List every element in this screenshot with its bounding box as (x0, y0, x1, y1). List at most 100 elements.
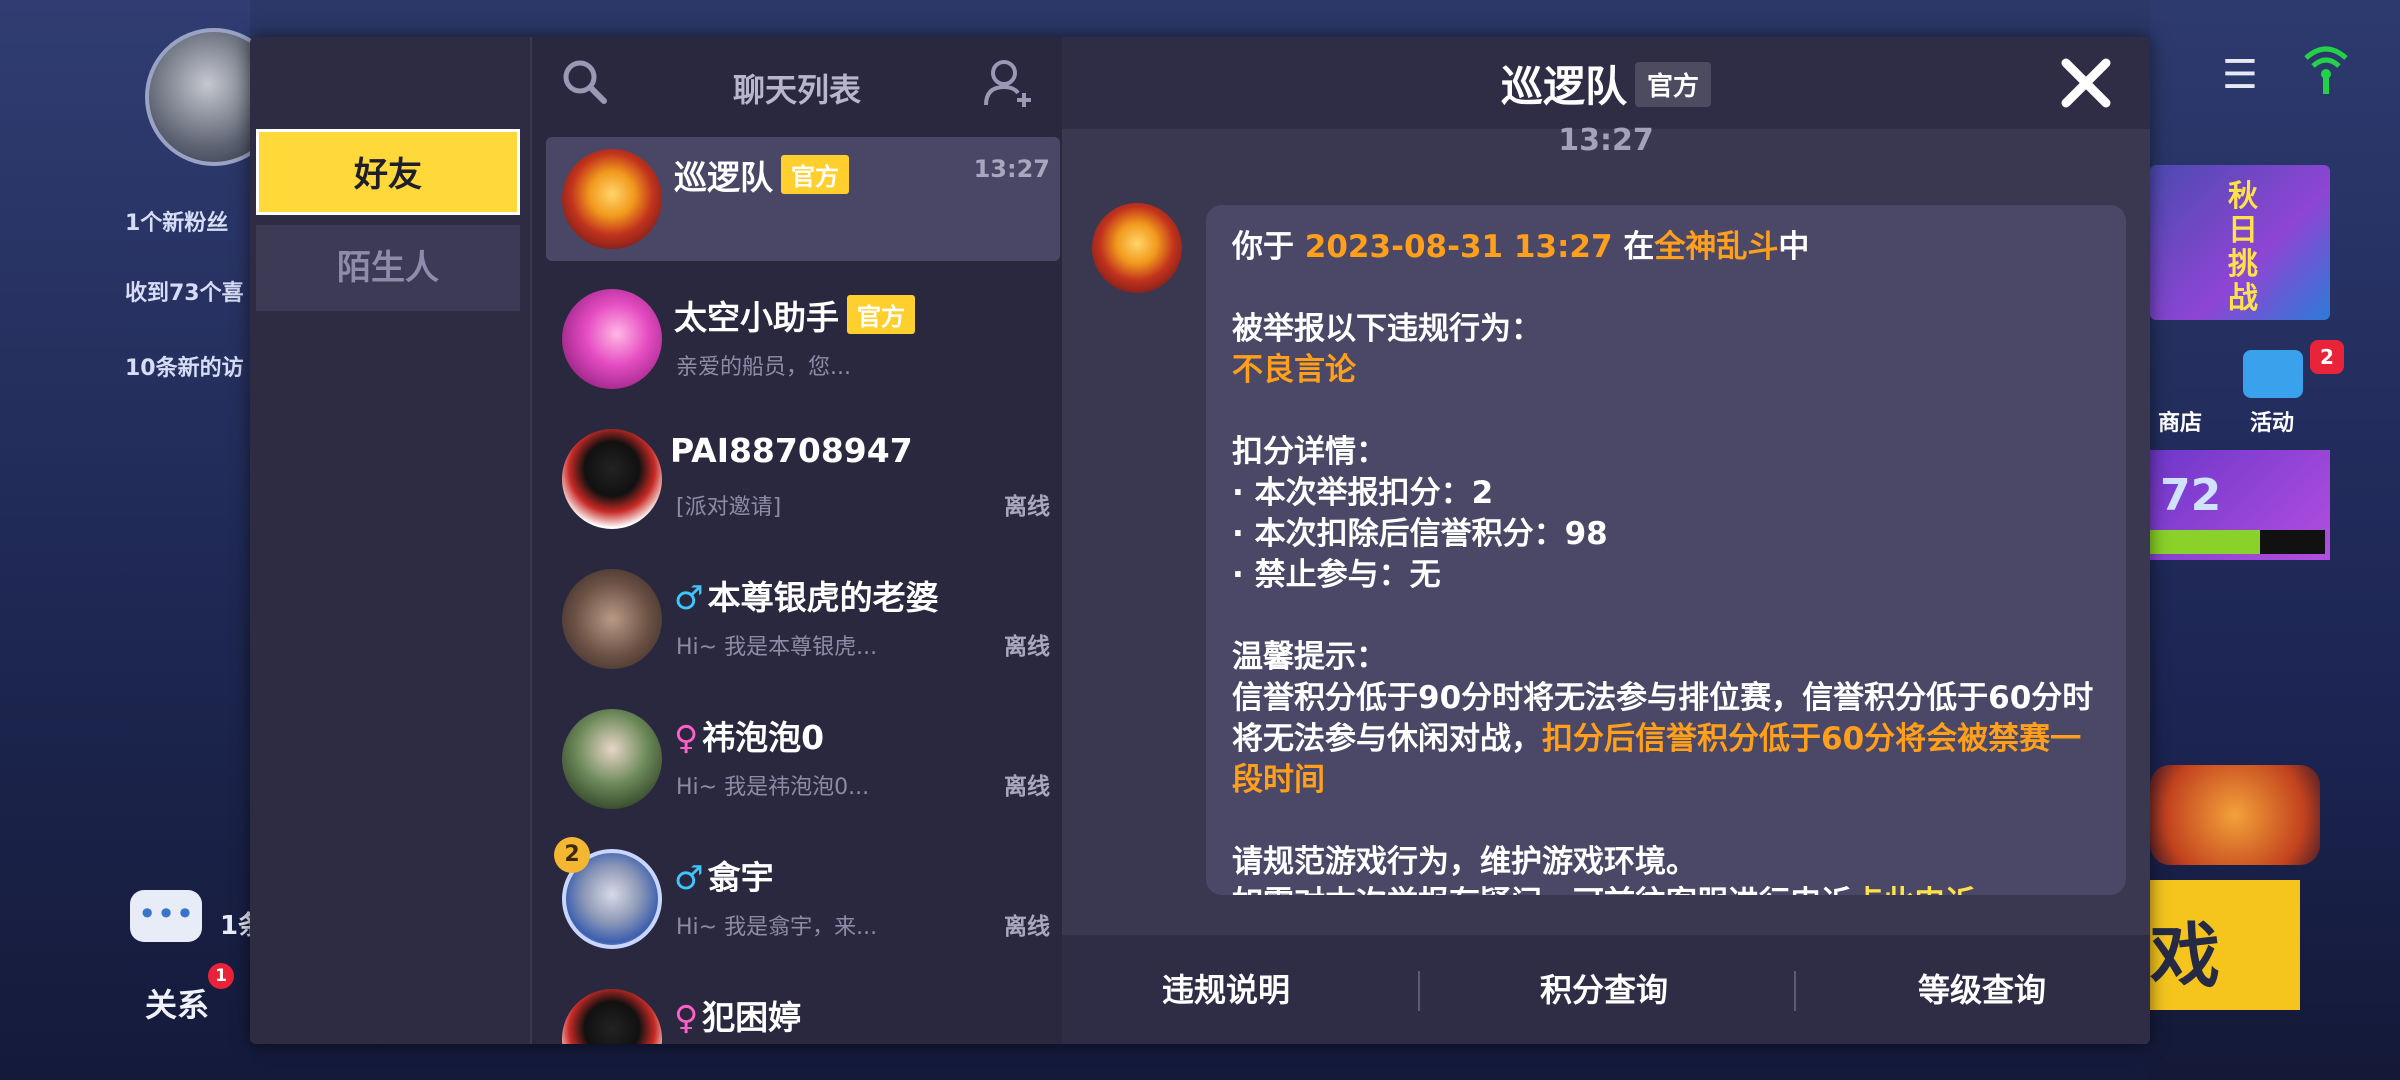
contact-name: ♂ 本尊银虎的老婆 (674, 571, 939, 619)
contact-name: ♂ 翕宇 (674, 851, 774, 899)
rank-badge: 2 (554, 837, 590, 873)
chat-panel: 好友 陌生人 聊天列表 巡逻队 官方 13:27 太空小助手 官方 亲爱的船员，… (250, 37, 2150, 1044)
avatar (562, 569, 662, 669)
contact-name-text: 本尊银虎的老婆 (707, 578, 939, 617)
level-bar-fill (2150, 530, 2260, 554)
play-button-text: 戏 (2150, 915, 2220, 997)
female-icon: ♀ (674, 718, 699, 757)
appeal-link[interactable]: 点此申诉 (1852, 885, 1976, 895)
contact-name-text: 太空小助手 (674, 298, 839, 337)
message-time: 13:27 (973, 155, 1050, 183)
online-status: 离线 (1004, 494, 1050, 520)
list-item[interactable]: ♀ 犯困婷 (546, 977, 1060, 1044)
new-fans-note[interactable]: 1个新粉丝 (125, 205, 228, 237)
contact-name-text: 巡逻队 (674, 158, 773, 197)
message-preview: Hi~ 我是翕宇，来... (676, 915, 878, 940)
list-item[interactable]: ♂ 本尊银虎的老婆 Hi~ 我是本尊银虎... 离线 (546, 557, 1060, 681)
conversation-title: 巡逻队 官方 (1062, 53, 2150, 114)
reported-heading: 被举报以下违规行为： (1232, 311, 1542, 347)
chat-list: 聊天列表 巡逻队 官方 13:27 太空小助手 官方 亲爱的船员，您... PA… (532, 37, 1062, 1044)
activity-icon[interactable] (2243, 350, 2303, 398)
contact-name-text: 翕宇 (707, 858, 774, 897)
avatar (562, 289, 662, 389)
contact-name: PAI88708947 (670, 431, 913, 470)
likes-note[interactable]: 收到73个喜 (125, 275, 244, 307)
divider (1794, 971, 1796, 1011)
message-preview: Hi~ 我是祎泡泡0... (676, 775, 870, 800)
conversation-header: 巡逻队 官方 (1062, 37, 2150, 129)
contact-name: 巡逻队 官方 (674, 151, 849, 199)
message-preview: 亲爱的船员，您... (676, 355, 851, 380)
conversation: 巡逻队 官方 13:27 你于 2023-08-31 13:27 在全神乱斗中 被… (1062, 37, 2150, 1044)
divider (1418, 971, 1420, 1011)
chat-dots-icon: ••• (137, 895, 195, 933)
friend-tabs: 好友 陌生人 (250, 37, 530, 1044)
appeal-line: 如需对本次举报有疑问，可前往客服进行申诉点此申诉 (1232, 883, 2100, 895)
level-query-button[interactable]: 等级查询 (1832, 965, 2132, 1011)
contact-name-text: 犯困婷 (702, 998, 802, 1037)
list-item[interactable]: 2 ♂ 翕宇 Hi~ 我是翕宇，来... 离线 (546, 837, 1060, 961)
message-preview: [派对邀请] (676, 495, 782, 520)
list-item[interactable]: 太空小助手 官方 亲爱的船员，您... (546, 277, 1060, 401)
message-line-intro: 你于 2023-08-31 13:27 在全神乱斗中 (1232, 227, 2100, 268)
list-item[interactable]: ♀ 祎泡泡0 Hi~ 我是祎泡泡0... 离线 (546, 697, 1060, 821)
shop-label[interactable]: 商店 (2158, 405, 2202, 437)
conversation-footer: 违规说明 积分查询 等级查询 (1062, 935, 2150, 1044)
text: 你于 (1232, 229, 1305, 265)
rocket-icon[interactable] (2150, 765, 2320, 865)
female-icon: ♀ (674, 998, 699, 1037)
conversation-title-text: 巡逻队 (1500, 62, 1627, 111)
activity-badge: 2 (2310, 340, 2344, 374)
chat-list-header: 聊天列表 (532, 37, 1062, 133)
game-mode: 全神乱斗 (1654, 229, 1779, 265)
level-value: 72 (2160, 470, 2222, 521)
official-badge: 官方 (847, 295, 915, 334)
online-status: 离线 (1004, 774, 1050, 800)
list-item[interactable]: PAI88708947 [派对邀请] 离线 (546, 417, 1060, 541)
closing-line: 请规范游戏行为，维护游戏环境。 (1232, 844, 1697, 880)
male-icon: ♂ (674, 858, 704, 897)
avatar (562, 709, 662, 809)
avatar (562, 989, 662, 1044)
event-banner-text: 秋日挑战 (2228, 179, 2258, 316)
score-query-button[interactable]: 积分查询 (1454, 965, 1754, 1011)
official-badge: 官方 (781, 155, 849, 194)
chat-list-title: 聊天列表 (732, 71, 861, 109)
relation-button[interactable]: 关系 (145, 980, 209, 1026)
tab-friends[interactable]: 好友 (256, 129, 520, 215)
tab-strangers[interactable]: 陌生人 (256, 225, 520, 311)
wifi-icon (2304, 46, 2348, 94)
online-status: 离线 (1004, 914, 1050, 940)
contact-name: 太空小助手 官方 (674, 291, 915, 339)
menu-icon[interactable]: ☰ (2222, 52, 2258, 98)
male-icon: ♂ (674, 578, 704, 617)
violation-datetime: 2023-08-31 13:27 (1304, 229, 1613, 265)
deduction-item: · 本次扣除后信誉积分：98 (1232, 516, 1608, 552)
message-body: 你于 2023-08-31 13:27 在全神乱斗中 被举报以下违规行为： 不良… (1206, 205, 2126, 895)
message-timestamp: 13:27 (1558, 123, 1654, 158)
deduction-heading: 扣分详情： (1232, 434, 1387, 470)
sender-avatar[interactable] (1092, 203, 1182, 293)
avatar (562, 429, 662, 529)
contact-name-text: 祎泡泡0 (702, 718, 825, 757)
tip-heading: 温馨提示： (1232, 639, 1387, 675)
avatar (562, 149, 662, 249)
text: 如需对本次举报有疑问，可前往客服进行申诉 (1232, 885, 1852, 895)
official-badge: 官方 (1635, 62, 1712, 107)
visits-note[interactable]: 10条新的访 (125, 350, 244, 382)
text: 中 (1778, 229, 1810, 265)
contact-name: ♀ 犯困婷 (674, 991, 801, 1039)
tip-paragraph: 信誉积分低于90分时将无法参与排位赛，信誉积分低于60分时将无法参与休闲对战，扣… (1232, 678, 2100, 801)
search-icon[interactable] (560, 57, 608, 105)
activity-label[interactable]: 活动 (2250, 405, 2294, 437)
violation-info-button[interactable]: 违规说明 (1076, 965, 1376, 1011)
close-icon[interactable] (2058, 55, 2114, 111)
message-bubble: 你于 2023-08-31 13:27 在全神乱斗中 被举报以下违规行为： 不良… (1206, 205, 2126, 895)
list-item[interactable]: 巡逻队 官方 13:27 (546, 137, 1060, 261)
violation-type: 不良言论 (1232, 352, 1356, 388)
relation-badge: 1 (208, 963, 234, 989)
add-friend-icon[interactable] (982, 57, 1034, 109)
message-preview: Hi~ 我是本尊银虎... (676, 635, 878, 660)
deduction-item: · 本次举报扣分：2 (1232, 475, 1494, 511)
chat-list-rows: 巡逻队 官方 13:27 太空小助手 官方 亲爱的船员，您... PAI887089… (532, 137, 1062, 1044)
